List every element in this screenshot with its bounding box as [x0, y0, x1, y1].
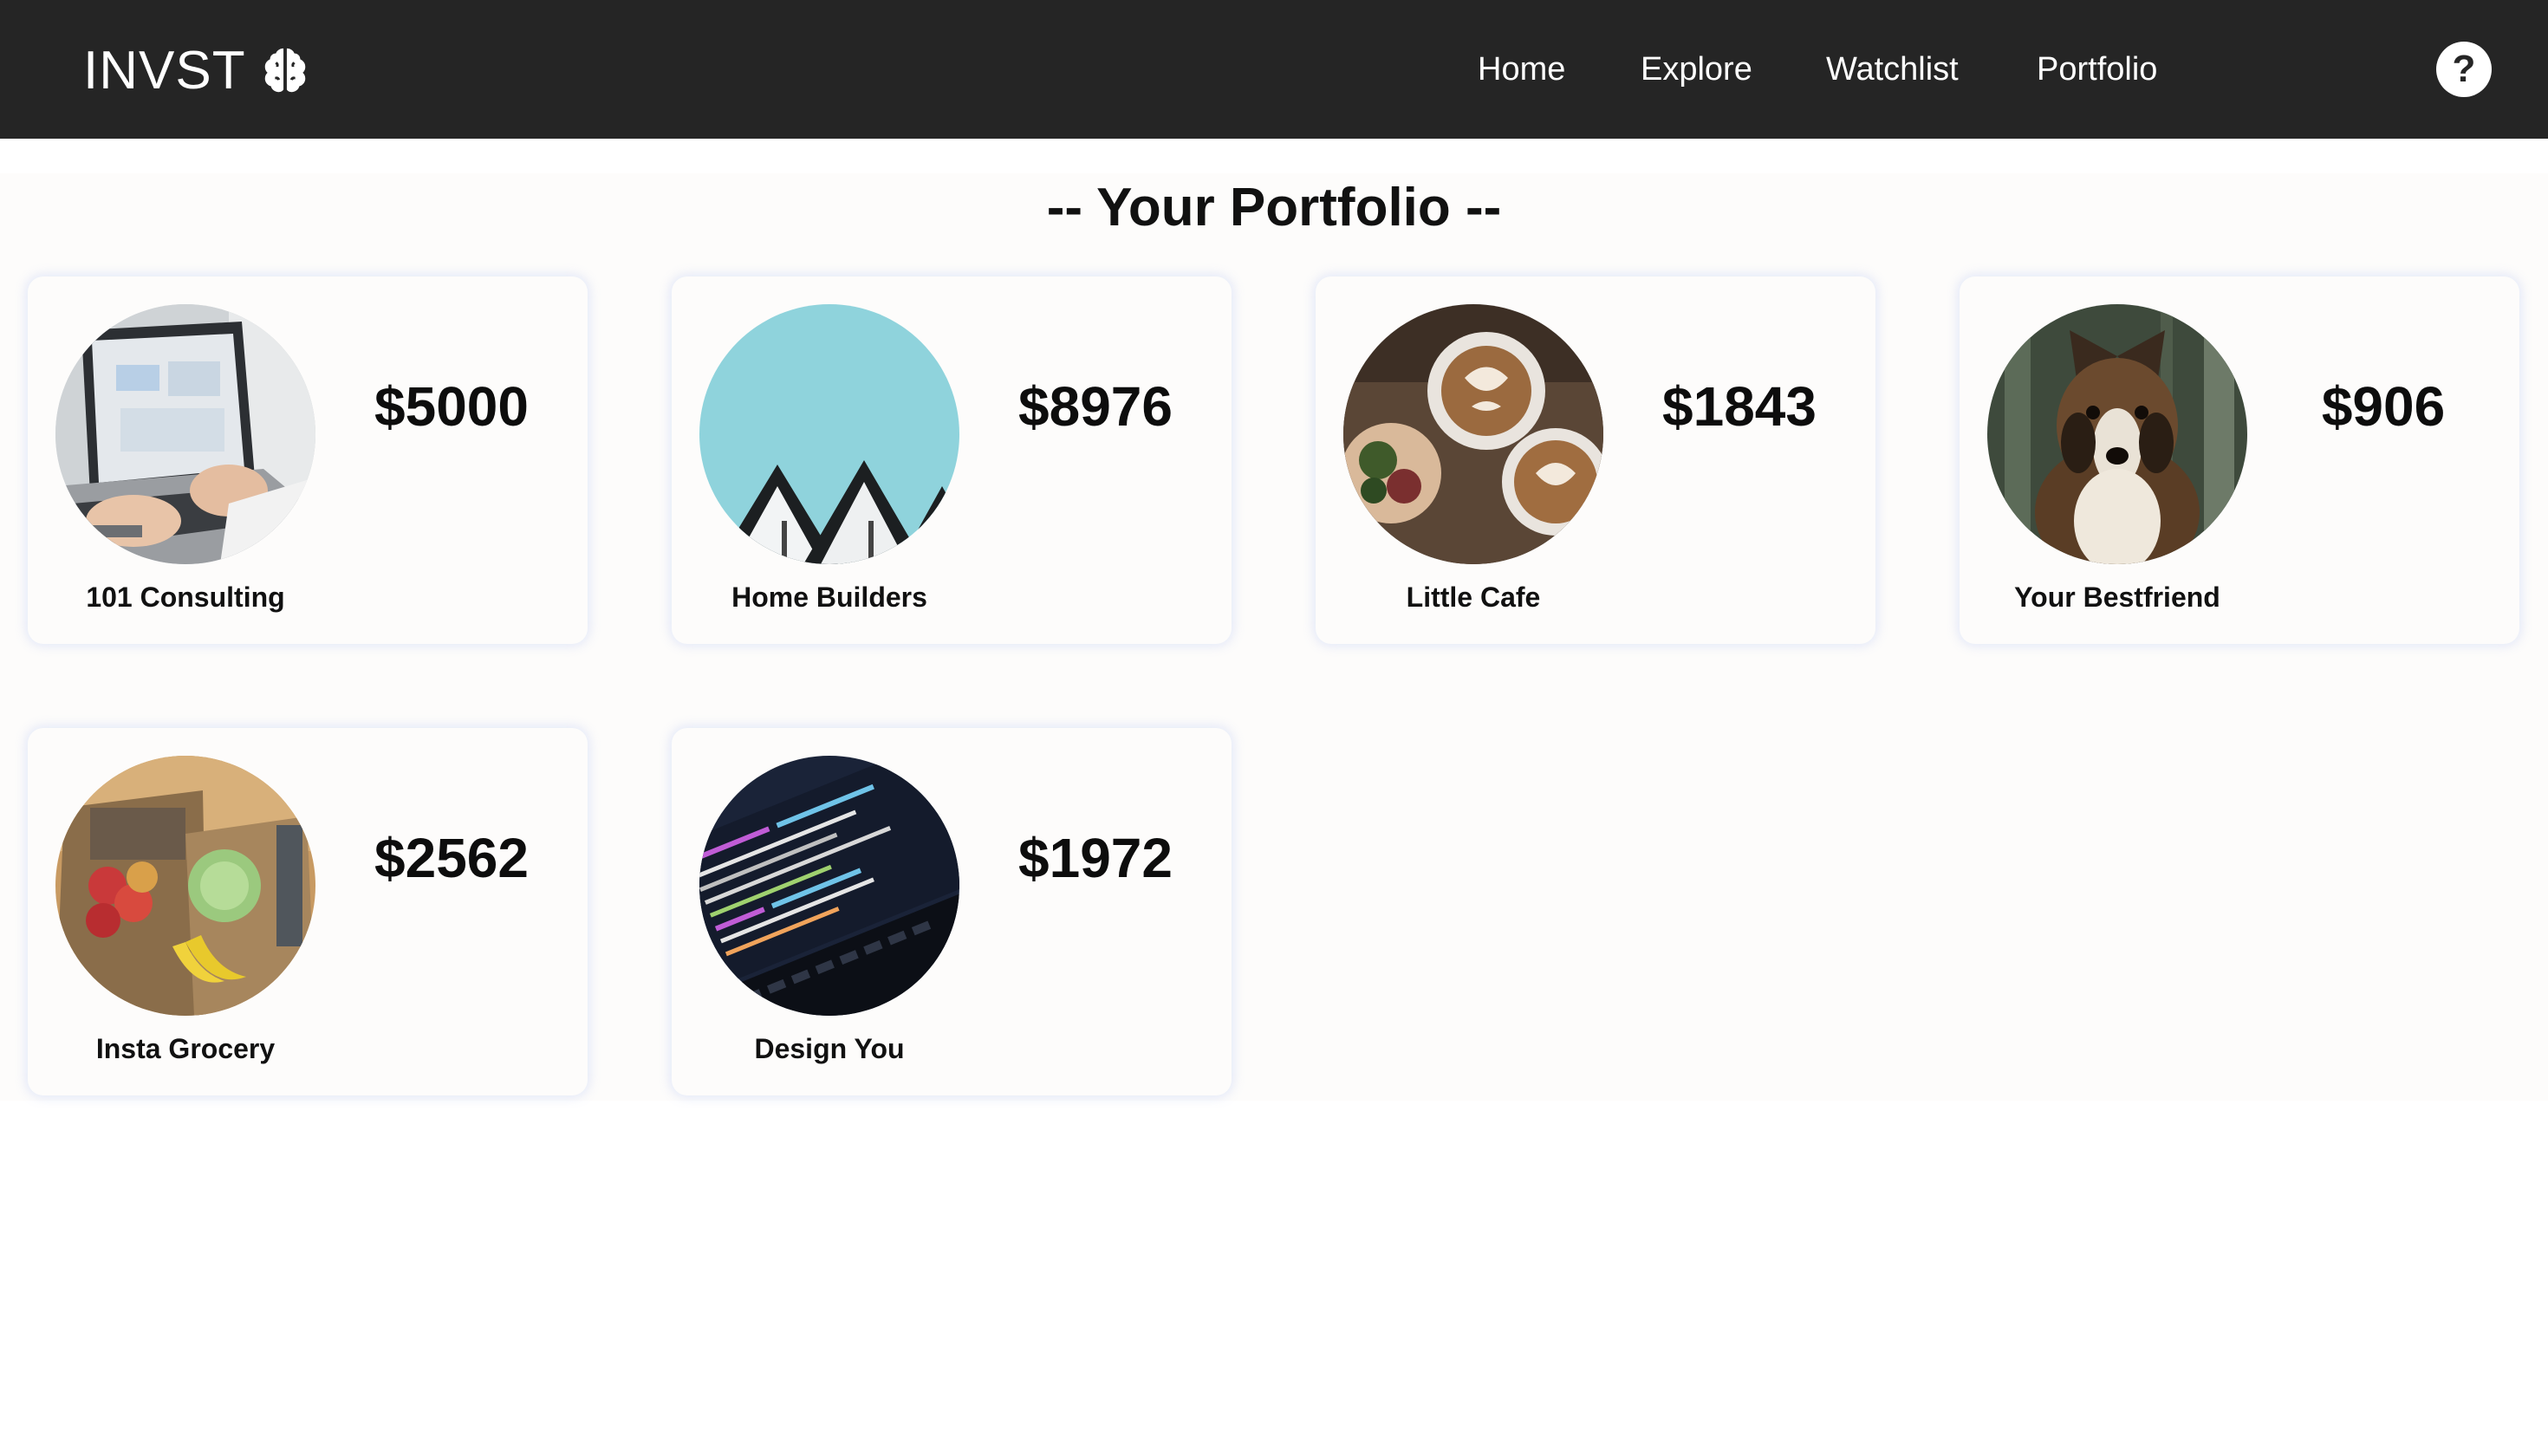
nav-explore-link[interactable]: Explore [1641, 49, 1752, 90]
portfolio-card[interactable]: $2562 Insta Grocery [28, 728, 588, 1095]
code-screen-photo [699, 756, 959, 1016]
brain-icon [264, 48, 305, 93]
portfolio-card[interactable]: $8976 Home Builders [672, 276, 1232, 644]
investment-value: $906 [2321, 375, 2446, 438]
brand-name: INVST [83, 40, 246, 101]
company-name: 101 Consulting [86, 582, 285, 613]
house-rooftops-photo [699, 304, 959, 564]
nav-watchlist-link[interactable]: Watchlist [1826, 49, 1959, 90]
company-name: Little Cafe [1406, 582, 1541, 613]
company-name: Home Builders [731, 582, 927, 613]
help-button[interactable]: ? [2436, 42, 2492, 97]
investment-value: $2562 [374, 827, 529, 889]
portfolio-card[interactable]: $1843 Little Cafe [1316, 276, 1875, 644]
portfolio-card[interactable]: $906 Your Bestfriend [1960, 276, 2519, 644]
latte-coffee-photo [1343, 304, 1603, 564]
investment-value: $1972 [1018, 827, 1173, 889]
company-name: Insta Grocery [95, 1033, 276, 1064]
brand-logo[interactable]: INVST [83, 40, 312, 101]
portfolio-card[interactable]: $5000 101 Consulting [28, 276, 588, 644]
investment-value: $5000 [374, 375, 529, 438]
page-title: -- Your Portfolio -- [1046, 178, 1502, 237]
nav-portfolio-link[interactable]: Portfolio [2037, 49, 2157, 90]
investment-value: $8976 [1018, 375, 1173, 438]
investment-value: $1843 [1662, 375, 1817, 438]
nav-home-link[interactable]: Home [1478, 49, 1565, 90]
company-name: Design You [754, 1033, 905, 1064]
grocery-bags-photo [55, 756, 315, 1016]
portfolio-page: -- Your Portfolio -- $5000 101 Consultin… [0, 173, 2548, 1101]
laptop-analytics-photo [55, 304, 315, 564]
top-navbar: INVST Home Explore Watchlist Portfolio ? [0, 0, 2548, 139]
company-name: Your Bestfriend [2014, 582, 2220, 613]
dog-portrait-photo [1987, 304, 2247, 564]
portfolio-card[interactable]: $1972 Design You [672, 728, 1232, 1095]
